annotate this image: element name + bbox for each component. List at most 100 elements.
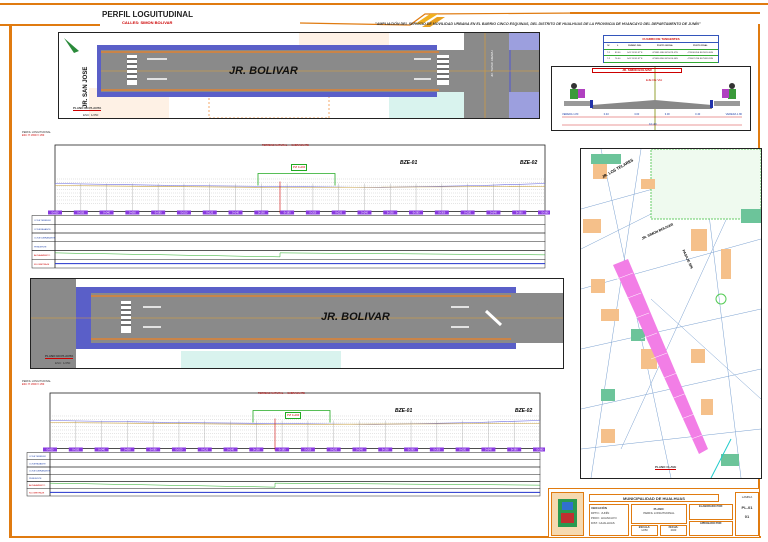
location-map: JR. LOS TELARES JR. SIMON BOLIVAR PASAJE… [580, 148, 762, 479]
station-label: 0+120 [206, 212, 213, 215]
band-row [31, 232, 546, 242]
station-label: 0+200 [305, 449, 312, 452]
band-row [31, 250, 546, 260]
sheet-subtitle: CALLES: SIMON BOLIVAR [122, 20, 173, 25]
band-label: KILOMETRAJE [29, 491, 45, 494]
band-label: ALINEAMIENTO [34, 254, 51, 257]
slope-line [49, 482, 541, 488]
table-row: T-2 76.40 S41°18'41.87"E 473636.85E 8676016… [604, 56, 718, 63]
station-label: 0+020 [77, 212, 84, 215]
plan2-label: PLANO EN PLANTA [45, 354, 74, 359]
section-axis-label: EJE DE VIA [646, 78, 663, 82]
station-label: 0+120 [201, 449, 208, 452]
section-dimension: 0.40 [695, 113, 701, 116]
station-label: 0+220 [335, 212, 342, 215]
station-label: 0+000 [52, 212, 59, 215]
table-cell: PUNTO FINAL [692, 45, 708, 47]
band-row [26, 452, 541, 460]
station-label: 0+300 [438, 212, 445, 215]
scale-field-value: 1/250 [641, 529, 648, 532]
title-ornament [300, 12, 580, 27]
tangent-table: CUADRO DE TANGENTES N° L RUMBO DEL PUNTO IN… [603, 35, 719, 63]
vertical-curve-label-2: PVI 0+160 [285, 412, 302, 419]
table-cell: 473687.29E 8675959.28N [687, 58, 714, 60]
table-cell: T-2 [606, 58, 611, 60]
street-label-cross2: JR. TUPAC AMARU [490, 50, 494, 77]
profile1-legend: TERRENO NATURAL — SUBRASANTE [262, 144, 309, 147]
station-label: 0+160 [258, 212, 265, 215]
table-cell: 473636.85E 8676016.66N [687, 51, 714, 54]
station-label: 0+140 [227, 449, 234, 452]
legend-terrain: TERRENO NATURAL [262, 144, 288, 147]
station-label: 0+360 [511, 449, 518, 452]
station-label: 0+080 [150, 449, 157, 452]
station-label: 0+260 [387, 212, 394, 215]
frame-top-right [570, 12, 760, 14]
band-label: COTA RASANTE [34, 228, 51, 231]
section-dimension: VEREDA 1.80 [725, 113, 742, 116]
table-cell: PUNTO INICIAL [656, 45, 674, 47]
band-label: COTA SUBRASANTE [29, 470, 51, 473]
station-label: 0+280 [408, 449, 415, 452]
section-dimension: 3.00 [664, 113, 670, 116]
band-label: COTA TERRENO [29, 455, 46, 458]
station-label: 0+100 [181, 212, 188, 215]
table-cell: 83.60 [614, 51, 621, 54]
map-label: PLANO CLAVE [655, 465, 677, 470]
station-label: 0+180 [279, 449, 286, 452]
sheet-field: LAMINA PL-01 01 [735, 492, 759, 536]
frame-top [0, 3, 768, 5]
benchmark-1-p2: BZE-01 [395, 408, 413, 414]
section-dimensions: VEREDA 1.80 0.40 3.00 3.00 0.40 VEREDA 1.80 [562, 113, 742, 116]
plan-drawing-1 [59, 33, 539, 119]
vertical-curve-label: PVI 0+160 [291, 164, 308, 171]
plan-view-1: JR. BOLIVAR JR. SAN JOSE JR. TUPAC AMARU… [58, 32, 540, 119]
band-row [26, 474, 541, 482]
station-label: 0+300 [433, 449, 440, 452]
band-label: COTA SUBRASANTE [34, 237, 56, 240]
slope-line [54, 252, 546, 258]
legend-terrain-2: TERRENO NATURAL [258, 392, 284, 395]
profile2-header: PERFIL LONGITUDINAL ESC: H 1/500 V 1/50 [22, 380, 51, 386]
band-label: COTA TERRENO [34, 219, 51, 222]
station-label: 0+000 [47, 449, 54, 452]
legend-subgrade-2: SUBRASANTE [287, 392, 305, 395]
profile1-scale: ESC: H 1/500 V 1/50 [22, 134, 45, 137]
reviewer-field: APROBADO POR: [689, 521, 733, 536]
station-label: 0+040 [103, 212, 110, 215]
band-label: PENDIENTE [29, 478, 42, 480]
station-label: 0+340 [485, 449, 492, 452]
station-label: 0+380 [537, 449, 544, 452]
station-label: 0+160 [253, 449, 260, 452]
profile-grid-frame [49, 392, 541, 449]
station-label: 0+200 [310, 212, 317, 215]
project-name: "AMPLIACIÓN DEL SERVICIO DE MOVILIDAD UR… [375, 22, 701, 26]
station-label: 0+080 [155, 212, 162, 215]
plan-field: PLANO: PERFIL LONGITUDINAL [631, 504, 687, 524]
designer-field: ELABORADO POR: [689, 504, 733, 520]
title-block: MUNICIPALIDAD DE HUALHUAS UBICACIÓN DPTO… [548, 488, 760, 538]
station-label: 0+020 [72, 449, 79, 452]
station-label: 0+040 [98, 449, 105, 452]
station-label: 0+320 [464, 212, 471, 215]
field-district: DIST.: HUALHUAS [591, 521, 615, 525]
band-row [31, 215, 546, 225]
plan-drawing-2 [31, 279, 563, 368]
station-label: 0+320 [459, 449, 466, 452]
station-label: 0+100 [176, 449, 183, 452]
profile1-chart: 0+000 0+020 0+040 0+060 0+080 0+100 0+120 0+140… [31, 144, 550, 269]
station-label: 0+260 [382, 449, 389, 452]
station-label: 0+060 [124, 449, 131, 452]
street-label-main: JR. BOLIVAR [229, 65, 298, 77]
street-label-cross: JR. SAN JOSE [83, 66, 89, 108]
date-field-value: 2023 [670, 529, 677, 532]
table-cell: 76.40 [614, 58, 621, 60]
table-cell: L [616, 45, 619, 47]
benchmark-2: BZE-02 [520, 160, 538, 166]
frame-top-left [0, 24, 100, 26]
section-dimension: 3.00 [634, 113, 640, 116]
benchmark-2-p2: BZE-02 [515, 408, 533, 414]
section-total: 10.40 [649, 122, 657, 126]
section-title: JR. SIMON BOLIVAR [592, 68, 682, 73]
sheet-field-code: 01 [744, 514, 750, 519]
